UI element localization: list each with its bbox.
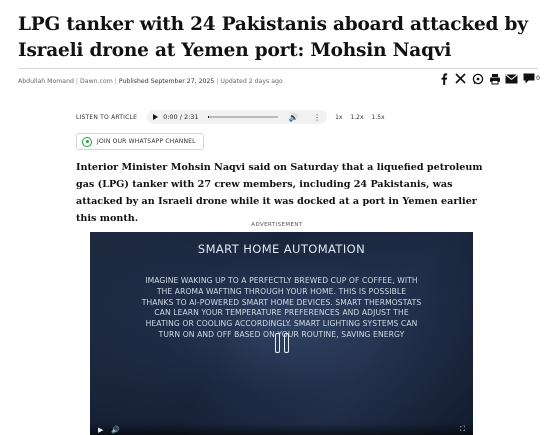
updated-date: Updated 2 days ago [220, 78, 283, 85]
audio-time: 0:00 / 2:31 [163, 113, 199, 121]
video-play-icon[interactable]: ▶ [98, 426, 103, 434]
whatsapp-channel-button[interactable]: JOIN OUR WHATSAPP CHANNEL [76, 133, 204, 150]
speed-option[interactable]: 1x [335, 114, 342, 121]
volume-icon[interactable]: 🔊 [289, 113, 299, 122]
audio-player-bar: LISTEN TO ARTICLE 0:00 / 2:31 🔊 ⋮ 1x 1.2… [76, 110, 385, 124]
outlet-name: Dawn.com [80, 78, 113, 85]
ad-video-player[interactable]: SMART HOME AUTOMATION IMAGINE WAKING UP … [90, 232, 473, 435]
email-icon[interactable] [505, 72, 518, 85]
share-bar: 0 [437, 72, 540, 85]
published-date: Published September 27, 2025 [118, 78, 215, 85]
speed-option[interactable]: 1.5x [372, 114, 385, 121]
pause-icon[interactable] [273, 333, 291, 355]
comment-count: 0 [536, 75, 540, 82]
video-volume-icon[interactable]: 🔊 [111, 426, 120, 434]
more-options-icon[interactable]: ⋮ [313, 113, 321, 122]
video-title: SMART HOME AUTOMATION [197, 242, 366, 256]
x-icon[interactable] [454, 72, 467, 85]
advertisement-label: ADVERTISEMENT [251, 222, 303, 228]
article-headline: LPG tanker with 24 Pakistanis aboard att… [18, 14, 528, 61]
print-icon[interactable] [488, 72, 501, 85]
whatsapp-channel-label: JOIN OUR WHATSAPP CHANNEL [97, 138, 196, 145]
author-link[interactable]: Abdullah Momand [18, 78, 74, 85]
headline-divider [18, 68, 538, 69]
article-lede: Interior Minister Mohsin Naqvi said on S… [76, 162, 483, 224]
listen-label: LISTEN TO ARTICLE [76, 113, 138, 121]
facebook-icon[interactable] [437, 72, 450, 85]
fullscreen-icon[interactable]: ⛶ [460, 425, 465, 434]
video-caption: IMAGINE WAKING UP TO A PERFECTLY BREWED … [141, 276, 422, 339]
audio-progress-track[interactable] [207, 116, 278, 118]
speed-option[interactable]: 1.2x [350, 114, 363, 121]
playback-speeds: 1x 1.2x 1.5x [335, 114, 385, 121]
audio-player: 0:00 / 2:31 🔊 ⋮ [147, 110, 328, 124]
whatsapp-icon [82, 136, 92, 147]
comments-icon[interactable] [522, 72, 535, 85]
audio-progress-fill [207, 116, 209, 118]
play-icon[interactable] [153, 114, 159, 120]
byline: Abdullah Momand | Dawn.com | Published Septe… [18, 78, 283, 85]
video-controls: ▶ 🔊 ⛶ [90, 423, 473, 435]
whatsapp-icon[interactable] [471, 72, 484, 85]
